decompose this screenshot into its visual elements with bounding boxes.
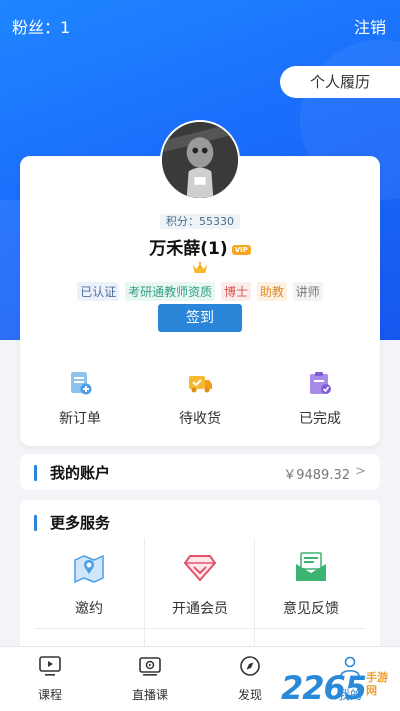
my-account-title: 我的账户 (50, 464, 111, 482)
diamond-icon (183, 555, 217, 582)
delivery-truck-icon (189, 376, 212, 393)
more-services-panel: 更多服务 邀约 开通会员 意见反馈 (20, 500, 380, 660)
feedback-label: 意见反馈 (283, 601, 339, 617)
grid-divider (34, 628, 366, 629)
logout-button[interactable]: 注销 (354, 14, 386, 38)
invite-label: 邀约 (75, 601, 103, 617)
resume-button[interactable]: 个人履历 (280, 66, 400, 98)
feedback-service[interactable]: 意见反馈 (256, 538, 366, 628)
user-name: 万禾薛(1) (149, 239, 228, 259)
tag-teacher-qualification: 考研通教师资质 (125, 282, 216, 301)
fans-count[interactable]: 粉丝：1 (12, 14, 70, 38)
avatar-image (162, 122, 238, 198)
tag-assistant: 助教 (256, 282, 287, 301)
vip-badge: VIP (231, 244, 251, 255)
watermark-suffix: 手游网 (366, 671, 388, 697)
live-class-icon (139, 657, 161, 676)
new-order-icon (71, 372, 92, 395)
tab-live[interactable]: 直播课 (100, 655, 200, 703)
tab-courses-label: 课程 (37, 688, 62, 702)
vip-membership-service[interactable]: 开通会员 (145, 538, 255, 628)
qualification-tags: 已认证 考研通教师资质 博士 助教 讲师 (0, 282, 400, 301)
course-tv-icon (39, 656, 61, 676)
tab-courses[interactable]: 课程 (0, 655, 100, 703)
tag-verified: 已认证 (77, 282, 120, 301)
points-value: 积分：55330 (160, 214, 240, 229)
account-balance: ￥9489.32 (283, 468, 350, 483)
order-shortcuts: 新订单 待收货 已完成 (20, 364, 380, 434)
pending-delivery-button[interactable]: 待收货 (140, 364, 260, 428)
crown-icon (193, 261, 207, 273)
points-display: 积分：55330 (120, 213, 280, 229)
tag-doctorate: 博士 (220, 282, 251, 301)
my-account-row[interactable]: 我的账户 ￥9489.32 > (20, 454, 380, 490)
user-name-row: 万禾薛(1) VIP (0, 234, 400, 259)
invite-service[interactable]: 邀约 (34, 538, 144, 628)
new-order-label: 新订单 (59, 411, 101, 427)
pending-delivery-label: 待收货 (179, 411, 221, 427)
completed-button[interactable]: 已完成 (260, 364, 380, 428)
section-accent-bar (34, 515, 37, 531)
completed-label: 已完成 (299, 411, 341, 427)
chevron-right-icon: > (355, 464, 366, 479)
vip-membership-label: 开通会员 (172, 601, 228, 617)
watermark-number: 2265 (280, 669, 367, 707)
more-services-title: 更多服务 (50, 514, 111, 532)
watermark-logo: 2265 手游网 (276, 667, 396, 707)
section-accent-bar (34, 465, 37, 481)
feedback-mail-icon (296, 552, 326, 581)
new-order-button[interactable]: 新订单 (20, 364, 140, 428)
top-bar: 粉丝：1 注销 (12, 14, 386, 38)
invite-map-icon (74, 554, 104, 584)
avatar[interactable] (160, 120, 240, 200)
tab-live-label: 直播课 (131, 688, 168, 702)
signin-button[interactable]: 签到 (158, 304, 242, 332)
tag-lecturer: 讲师 (292, 282, 323, 301)
completed-clipboard-icon (310, 372, 331, 394)
discover-compass-icon (240, 656, 260, 676)
